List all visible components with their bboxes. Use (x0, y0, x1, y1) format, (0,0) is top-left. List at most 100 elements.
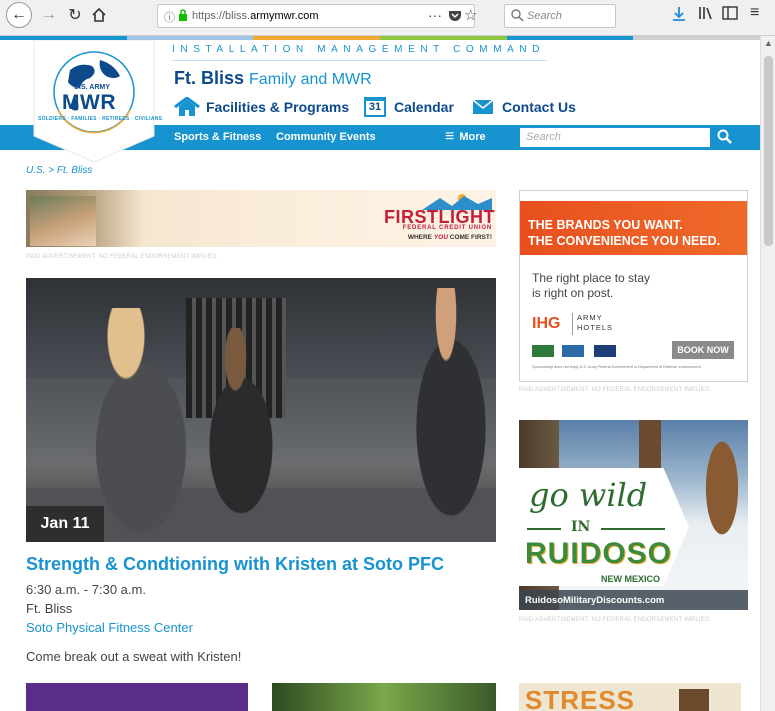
firstlight-tagline: WHERE YOU COME FIRST! (384, 234, 492, 241)
stress-ad-figure (679, 689, 709, 711)
ruidoso-go-wild: go wild (529, 476, 648, 514)
hamburger-menu-icon[interactable]: ≡ (750, 4, 759, 22)
site-search-placeholder: Search (526, 131, 561, 143)
nav-facilities-label: Facilities & Programs (206, 99, 350, 115)
mail-icon (472, 99, 494, 114)
url-text: https://bliss.armymwr.com (192, 10, 319, 22)
menu-community-events[interactable]: Community Events (276, 131, 376, 143)
elk (697, 440, 747, 560)
ruidoso-ad[interactable]: go wild IN RUIDOSO NEW MEXICO RuidosoMil… (519, 420, 748, 610)
ihg-logo: IHG (532, 315, 561, 332)
page-scrollbar[interactable]: ▲ (760, 36, 775, 711)
brand-logo-holiday-inn (532, 345, 554, 357)
menu-more-button[interactable]: ≡ More (445, 128, 486, 145)
reload-button[interactable]: ↻ (62, 2, 88, 28)
ihg-army-hotels-ad[interactable]: THE BRANDS YOU WANT. THE CONVENIENCE YOU… (519, 190, 748, 382)
breadcrumb-current: Ft. Bliss (56, 165, 93, 176)
menu-sports-fitness[interactable]: Sports & Fitness (174, 131, 261, 143)
more-icon: ≡ (445, 128, 455, 145)
site-search-button[interactable] (716, 128, 734, 151)
ihg-book-now-button[interactable]: BOOK NOW (672, 341, 734, 359)
event-time: 6:30 a.m. - 7:30 a.m. (26, 582, 146, 597)
firstlight-ad[interactable]: FIRSTLIGHT FEDERAL CREDIT UNION WHERE YO… (26, 190, 496, 247)
home-button[interactable] (86, 2, 112, 28)
ad-disclaimer-2: PAID ADVERTISEMENT. NO FEDERAL ENDORSEME… (519, 387, 712, 393)
sidebar-icon[interactable] (722, 6, 738, 25)
search-icon (717, 129, 732, 144)
stress-ad-text: STRESS (525, 685, 636, 711)
scrollbar-thumb[interactable] (764, 56, 773, 246)
site-title[interactable]: Ft. Bliss Family and MWR (174, 68, 372, 89)
nav-calendar-label: Calendar (394, 99, 454, 115)
page-actions-button[interactable]: ··· (428, 7, 442, 23)
more-label: More (459, 131, 486, 143)
pocket-icon[interactable] (448, 9, 462, 28)
nav-contact[interactable]: Contact Us (472, 96, 576, 118)
event-tile-purple[interactable] (26, 683, 248, 711)
firstlight-tag-you: YOU (433, 234, 448, 241)
event-description: Come break out a sweat with Kristen! (26, 649, 242, 664)
logo-main-text: MWR (62, 91, 116, 114)
firstlight-tag-come-first: COME FIRST! (449, 234, 492, 241)
browser-home-icon (92, 7, 106, 22)
browser-toolbar: ← → ↻ ⓘ https://bliss.armymwr.com ··· ☆ … (0, 0, 775, 36)
breadcrumb-root[interactable]: U.S. (26, 165, 45, 176)
ihg-hotels-text: HOTELS (577, 323, 614, 332)
forward-button[interactable]: → (36, 2, 62, 28)
nav-calendar[interactable]: 31 Calendar (364, 96, 454, 118)
event-date-badge: Jan 11 (26, 506, 104, 542)
woman-boxer-back (186, 328, 296, 542)
mwr-logo[interactable]: U.S. ARMY MWR SOLDIERS · FAMILIES · RETI… (30, 39, 163, 163)
ihg-body-1: The right place to stay (532, 271, 651, 285)
browser-search-icon (510, 8, 524, 27)
url-prefix: https://bliss. (192, 10, 251, 22)
ruidoso-in: IN (571, 519, 591, 535)
url-domain: armymwr.com (250, 10, 319, 22)
nav-contact-label: Contact Us (502, 99, 576, 115)
nav-facilities[interactable]: Facilities & Programs (174, 96, 349, 118)
info-icon[interactable]: ⓘ (164, 9, 175, 25)
calendar-icon: 31 (364, 97, 386, 117)
address-bar[interactable]: ⓘ https://bliss.armymwr.com ··· ☆ (157, 4, 477, 28)
command-title: INSTALLATION MANAGEMENT COMMAND (172, 44, 546, 55)
library-icon[interactable] (698, 6, 714, 25)
ihg-army-text: ARMY (577, 313, 603, 322)
ruidoso-name: RUIDOSO (525, 537, 673, 570)
home-icon (174, 97, 200, 116)
event-tile-nature[interactable] (272, 683, 496, 711)
event-title[interactable]: Strength & Condtioning with Kristen at S… (26, 554, 444, 575)
firstlight-subtitle: FEDERAL CREDIT UNION (402, 225, 492, 231)
site-title-bold: Ft. Bliss (174, 68, 245, 88)
ruidoso-state: NEW MEXICO (601, 574, 661, 584)
back-button[interactable]: ← (6, 2, 32, 28)
ruidoso-url[interactable]: RuidosoMilitaryDiscounts.com (525, 595, 664, 606)
event-location: Ft. Bliss (26, 601, 73, 616)
site-search-input[interactable]: Search (520, 128, 710, 147)
brand-logo-staybridge (562, 345, 584, 357)
breadcrumb: U.S. > Ft. Bliss (26, 165, 92, 176)
ihg-fine-print: Sponsorship does not imply U.S. Army Fed… (532, 365, 702, 369)
logo-ring-text: SOLDIERS · FAMILIES · RETIREES · CIVILIA… (38, 116, 163, 122)
event-hero-image[interactable]: Jan 11 (26, 278, 496, 542)
man-boxer (396, 288, 496, 542)
firstlight-tag-where: WHERE (407, 234, 433, 241)
breadcrumb-separator: > (48, 165, 55, 176)
lock-icon (178, 9, 188, 22)
stress-ad[interactable]: STRESS (519, 683, 741, 711)
ad-disclaimer-3: PAID ADVERTISEMENT. NO FEDERAL ENDORSEME… (519, 617, 712, 623)
bookmark-star-icon[interactable]: ☆ (464, 6, 477, 24)
ihg-headline-1: THE BRANDS YOU WANT. (528, 218, 683, 232)
event-venue-link[interactable]: Soto Physical Fitness Center (26, 620, 193, 635)
site-title-rest: Family and MWR (249, 71, 372, 88)
browser-search-bar[interactable]: Search (504, 4, 616, 28)
ihg-headline-2: THE CONVENIENCE YOU NEED. (528, 234, 721, 248)
ad-family-photo (30, 196, 96, 246)
download-icon[interactable] (672, 6, 686, 27)
scroll-up-icon[interactable]: ▲ (764, 38, 773, 48)
brand-logo-candlewood (594, 345, 616, 357)
ihg-body-2: is right on post. (532, 286, 614, 300)
logo-top-text: U.S. ARMY (74, 84, 110, 91)
ad-disclaimer-1: PAID ADVERTISEMENT. NO FEDERAL ENDORSEME… (26, 254, 219, 260)
ihg-banner: THE BRANDS YOU WANT. THE CONVENIENCE YOU… (520, 201, 747, 255)
browser-search-placeholder: Search (527, 10, 562, 22)
